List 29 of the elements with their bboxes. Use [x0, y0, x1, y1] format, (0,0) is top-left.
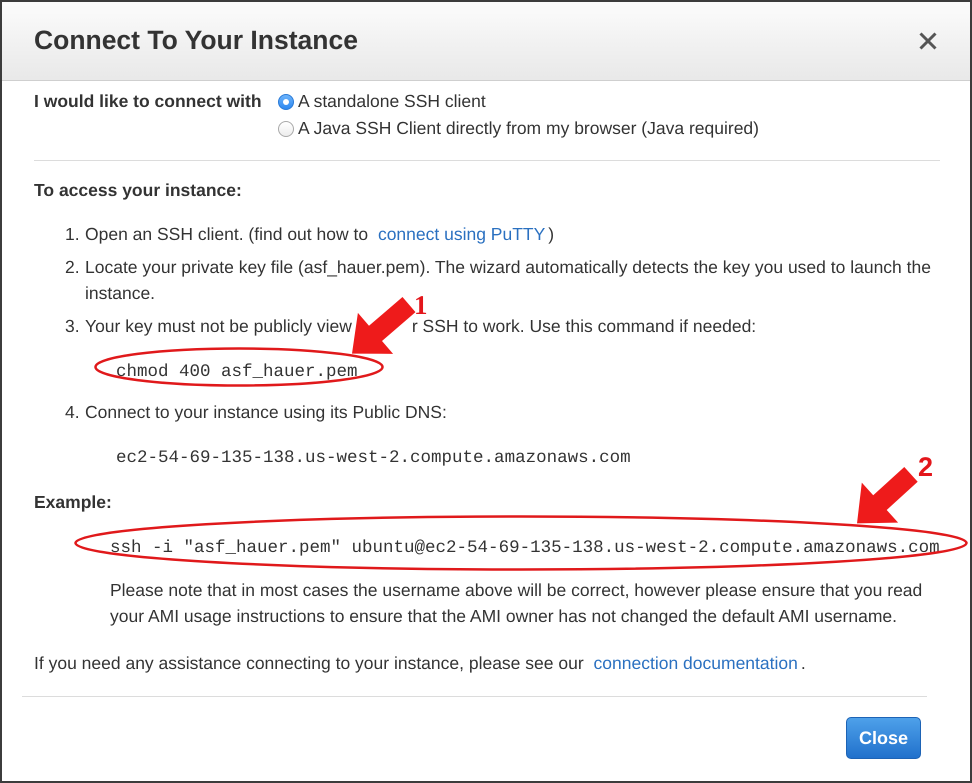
connect-label: I would like to connect with	[34, 91, 262, 111]
callout-number: 2	[918, 454, 934, 481]
command-text: ssh -i "asf_hauer.pem" ubuntu@ec2-54-69-135-138.us-west-2.compute.amazonaws.com	[110, 538, 940, 558]
step-text: Open an SSH client. (find out how to connect using PuTTY )	[85, 224, 554, 244]
callout-arrow	[352, 297, 416, 354]
close-icon	[919, 32, 937, 50]
close-button[interactable]: Close	[846, 717, 921, 759]
step-text: Your key must not be publicly view	[85, 316, 352, 336]
dialog-title: Connect To Your Instance	[34, 25, 358, 57]
close-button[interactable]	[919, 32, 937, 50]
radio-label[interactable]: A Java SSH Client directly from my browser (Java required)	[298, 115, 759, 142]
note-text: Please note that in most cases the username above will be correct, however please ensure that you read your AMI usage instructions to ensure that the AMI owner has not changed the default AMI username.	[110, 580, 922, 626]
instructions-link[interactable]: connect using PuTTY	[378, 224, 546, 244]
step-number: 4.	[65, 402, 80, 422]
radio-button[interactable]	[278, 120, 294, 136]
documentation-link[interactable]: connection documentation	[594, 653, 798, 673]
step-number: 3.	[65, 316, 80, 336]
radio-label[interactable]: A standalone SSH client	[298, 88, 486, 115]
help-text: If you need any assistance connecting to your instance, please see our connection documentation .	[34, 653, 806, 673]
step-number: 1.	[65, 224, 80, 244]
section-heading: Example:	[34, 492, 112, 512]
command-text: ec2-54-69-135-138.us-west-2.compute.amazonaws.com	[116, 448, 631, 468]
radio-button[interactable]	[278, 94, 294, 110]
callout-arrow	[857, 466, 918, 523]
section-heading: To access your instance:	[34, 180, 242, 200]
step-text: r SSH to work. Use this command if needed:	[412, 316, 756, 336]
command-text: chmod 400 asf_hauer.pem	[116, 362, 358, 382]
step-number: 2.	[65, 257, 80, 277]
step-text: Connect to your instance using its Public DNS:	[85, 402, 447, 422]
